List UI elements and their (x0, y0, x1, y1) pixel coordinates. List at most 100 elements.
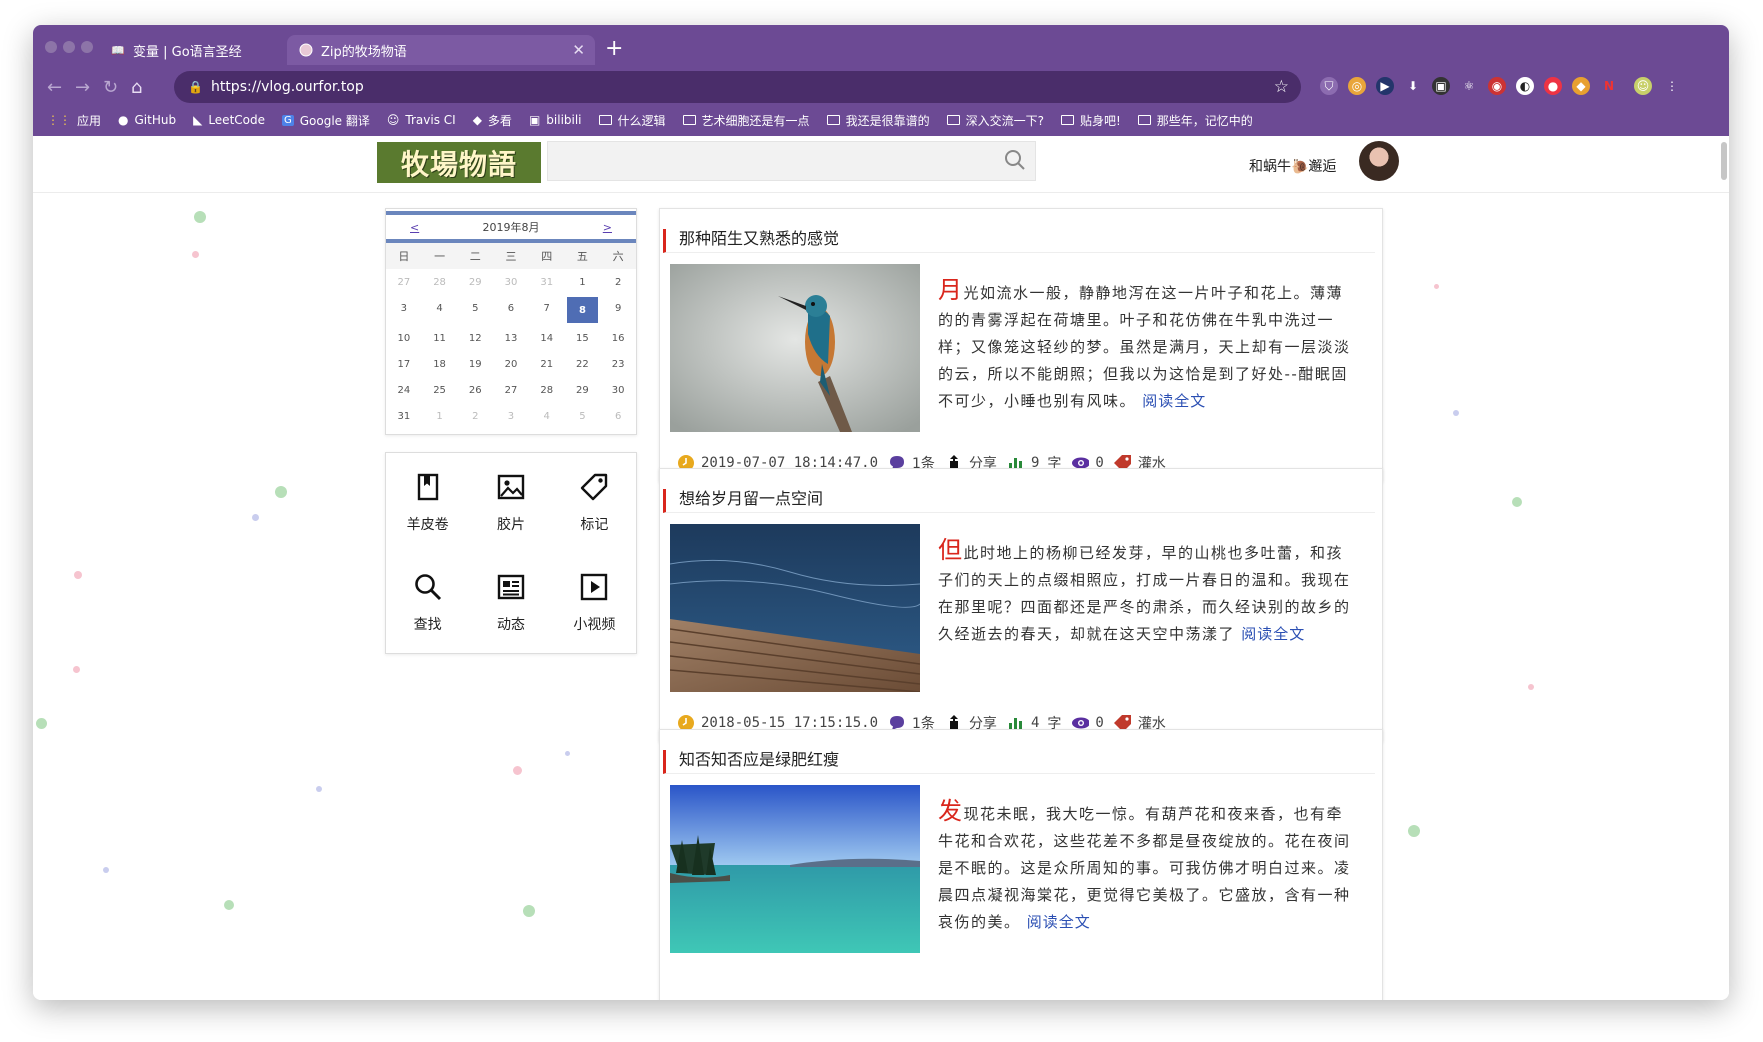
calendar-day[interactable]: 27 (493, 377, 529, 403)
post-title[interactable]: 想给岁月留一点空间 (663, 489, 1375, 513)
calendar-day[interactable]: 24 (386, 377, 422, 403)
calendar-day[interactable]: 16 (600, 325, 636, 351)
bookmark-item[interactable]: G Google 翻译 (282, 112, 370, 129)
user-name[interactable]: 和蜗牛🐌邂逅 (1249, 156, 1336, 176)
extension-play-icon[interactable]: ▶ (1376, 77, 1394, 95)
calendar-day[interactable]: 28 (422, 269, 458, 295)
calendar-day[interactable]: 7 (529, 295, 565, 321)
calendar-day[interactable]: 28 (529, 377, 565, 403)
calendar-day[interactable]: 20 (493, 351, 529, 377)
calendar-day[interactable]: 31 (386, 403, 422, 429)
site-logo[interactable]: 牧場物語 (377, 142, 541, 183)
read-more-link[interactable]: 阅读全文 (1142, 392, 1206, 410)
extension-mask-icon[interactable]: ◐ (1516, 77, 1534, 95)
calendar-day[interactable]: 26 (457, 377, 493, 403)
avatar[interactable] (1359, 141, 1399, 181)
calendar-day[interactable]: 9 (600, 295, 636, 321)
minimize-window-button[interactable] (63, 41, 75, 53)
extension-atom-icon[interactable]: ⚛ (1460, 77, 1478, 95)
menu-item-1[interactable]: 胶片 (469, 453, 552, 553)
bookmark-item[interactable]: ☺ Travis CI (387, 113, 456, 127)
post-image[interactable] (670, 264, 920, 432)
forward-icon[interactable]: → (75, 77, 90, 98)
browser-menu-icon[interactable]: ⋮ (1663, 77, 1681, 95)
extension-circle-icon[interactable]: ● (1544, 77, 1562, 95)
maximize-window-button[interactable] (81, 41, 93, 53)
calendar-day[interactable]: 27 (386, 269, 422, 295)
bookmark-item[interactable]: 贴身吧! (1060, 112, 1121, 129)
calendar-day[interactable]: 2 (457, 403, 493, 429)
site-search-input[interactable] (547, 141, 1036, 181)
calendar-day[interactable]: 11 (422, 325, 458, 351)
calendar-day[interactable]: 17 (386, 351, 422, 377)
calendar-day[interactable]: 13 (493, 325, 529, 351)
bookmark-item[interactable]: 艺术细胞还是有一点 (682, 112, 810, 129)
bookmark-item[interactable]: ◆ 多看 (473, 112, 512, 129)
calendar-day[interactable]: 6 (493, 295, 529, 321)
calendar-day[interactable]: 30 (600, 377, 636, 403)
calendar-day[interactable]: 22 (565, 351, 601, 377)
calendar-day[interactable]: 10 (386, 325, 422, 351)
calendar-day[interactable]: 31 (529, 269, 565, 295)
calendar-day[interactable]: 4 (422, 295, 458, 321)
page-scrollbar[interactable] (1721, 142, 1727, 180)
calendar-day[interactable]: 29 (565, 377, 601, 403)
read-more-link[interactable]: 阅读全文 (1241, 625, 1305, 643)
calendar-day[interactable]: 14 (529, 325, 565, 351)
back-icon[interactable]: ← (47, 77, 62, 98)
search-icon[interactable] (1003, 148, 1027, 172)
calendar-day[interactable]: 15 (565, 325, 601, 351)
menu-item-4[interactable]: 动态 (469, 553, 552, 653)
extension-shield-icon[interactable]: ⛉ (1320, 77, 1338, 95)
calendar-day[interactable]: 1 (565, 269, 601, 295)
bookmark-item[interactable]: 我还是很靠谱的 (826, 112, 930, 129)
calendar-day[interactable]: 12 (457, 325, 493, 351)
menu-item-0[interactable]: 羊皮卷 (386, 453, 469, 553)
post-title[interactable]: 知否知否应是绿肥红瘦 (663, 750, 1375, 774)
bookmark-item[interactable]: ⋮⋮ 应用 (47, 112, 101, 129)
read-more-link[interactable]: 阅读全文 (1027, 913, 1091, 931)
post-image[interactable] (670, 785, 920, 953)
bookmark-item[interactable]: ◣ LeetCode (193, 113, 265, 127)
calendar-day[interactable]: 6 (600, 403, 636, 429)
calendar-day[interactable]: 5 (565, 403, 601, 429)
post-title[interactable]: 那种陌生又熟悉的感觉 (663, 229, 1375, 253)
calendar-next-link[interactable]: > (603, 221, 612, 234)
new-tab-button[interactable]: + (605, 38, 623, 60)
extension-glasses-icon[interactable]: ▣ (1432, 77, 1450, 95)
menu-item-2[interactable]: 标记 (553, 453, 636, 553)
calendar-day[interactable]: 5 (457, 295, 493, 321)
extension-download-icon[interactable]: ⬇ (1404, 77, 1422, 95)
tab-ranch-story[interactable]: Zip的牧场物语 ✕ (287, 35, 595, 65)
calendar-day[interactable]: 4 (529, 403, 565, 429)
calendar-day[interactable]: 25 (422, 377, 458, 403)
calendar-day[interactable]: 29 (457, 269, 493, 295)
calendar-day[interactable]: 3 (386, 295, 422, 321)
bookmark-star-icon[interactable]: ☆ (1274, 77, 1289, 97)
bookmark-item[interactable]: 什么逻辑 (598, 112, 666, 129)
calendar-day[interactable]: 18 (422, 351, 458, 377)
bookmark-item[interactable]: 深入交流一下? (946, 112, 1044, 129)
calendar-day[interactable]: 2 (600, 269, 636, 295)
bookmark-item[interactable]: 那些年，记忆中的 (1137, 112, 1253, 129)
calendar-day[interactable]: 23 (600, 351, 636, 377)
extension-diamond-icon[interactable]: ◆ (1572, 77, 1590, 95)
menu-item-5[interactable]: 小视频 (553, 553, 636, 653)
calendar-day[interactable]: 21 (529, 351, 565, 377)
post-image[interactable] (669, 524, 921, 693)
extension-chrome-icon[interactable]: ◎ (1348, 77, 1366, 95)
profile-avatar-icon[interactable]: ☺ (1634, 77, 1652, 95)
calendar-day[interactable]: 1 (422, 403, 458, 429)
extension-netflix-icon[interactable]: N (1600, 77, 1618, 95)
calendar-day[interactable]: 3 (493, 403, 529, 429)
calendar-prev-link[interactable]: < (410, 221, 419, 234)
calendar-day[interactable]: 30 (493, 269, 529, 295)
reload-icon[interactable]: ↻ (103, 77, 118, 98)
bookmark-item[interactable]: ● GitHub (118, 113, 176, 127)
calendar-day-today[interactable]: 8 (566, 297, 599, 323)
address-bar[interactable]: 🔒 https://vlog.ourfor.top ☆ (174, 71, 1301, 103)
calendar-day[interactable]: 19 (457, 351, 493, 377)
close-window-button[interactable] (45, 41, 57, 53)
menu-item-3[interactable]: 查找 (386, 553, 469, 653)
extension-eye-icon[interactable]: ◉ (1488, 77, 1506, 95)
